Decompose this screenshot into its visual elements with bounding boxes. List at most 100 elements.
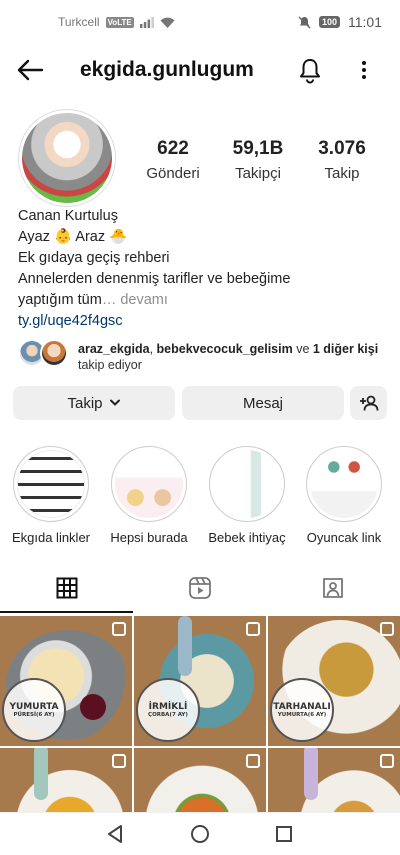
wifi-icon bbox=[160, 17, 175, 28]
nav-recents-icon[interactable] bbox=[271, 821, 297, 847]
clock: 11:01 bbox=[348, 14, 382, 30]
tab-tagged[interactable] bbox=[266, 564, 399, 612]
tab-posts-grid[interactable] bbox=[0, 564, 133, 612]
nav-home-icon[interactable] bbox=[187, 821, 213, 847]
highlight-item[interactable]: Ekgıda linkler bbox=[11, 446, 91, 545]
post-title-badge: TARHANALI YUMURTA(6 AY) bbox=[270, 678, 334, 742]
post-title: İRMİKLİ bbox=[148, 701, 188, 712]
highlight-ring bbox=[13, 446, 89, 522]
multiple-photos-icon bbox=[380, 622, 394, 636]
food-plate bbox=[80, 694, 106, 720]
profile-header: ekgida.gunlugum bbox=[0, 44, 400, 96]
notification-bell-icon[interactable] bbox=[296, 56, 324, 84]
followed-by-text: araz_ekgida, bebekvecocuk_gelisim ve 1 d… bbox=[78, 341, 388, 373]
bio-external-link[interactable]: ty.gl/uqe42f4gsc bbox=[18, 311, 388, 332]
highlight-cover bbox=[213, 450, 281, 518]
followed-by-suffix: takip ediyor bbox=[78, 358, 142, 372]
multiple-photos-icon bbox=[112, 622, 126, 636]
chevron-down-icon bbox=[109, 399, 120, 406]
other-followers[interactable]: 1 diğer kişi bbox=[313, 342, 378, 356]
post-thumbnail[interactable] bbox=[134, 748, 266, 812]
follower-username[interactable]: bebekvecocuk_gelisim bbox=[157, 342, 293, 356]
highlight-item[interactable]: Bebek ihtiyaç bbox=[207, 446, 287, 545]
post-thumbnail[interactable]: TARHANALI YUMURTA(6 AY) bbox=[268, 616, 400, 746]
message-button[interactable]: Mesaj bbox=[182, 386, 344, 420]
bio-line: Annelerden denenmiş tarifler ve bebeğime bbox=[18, 271, 291, 287]
followed-by-row[interactable]: araz_ekgida, bebekvecocuk_gelisim ve 1 d… bbox=[18, 339, 388, 373]
multiple-photos-icon bbox=[246, 754, 260, 768]
bio-line: yaptığım tüm bbox=[18, 292, 102, 308]
following-count: 3.076 bbox=[318, 138, 366, 159]
posts-label: Gönderi bbox=[146, 165, 200, 182]
posts-count: 622 bbox=[157, 138, 189, 159]
mute-bell-icon bbox=[298, 16, 311, 28]
status-bar: Turkcell VoLTE 100 11:01 bbox=[0, 0, 400, 44]
follow-button-label: Takip bbox=[67, 394, 103, 412]
post-thumbnail[interactable] bbox=[0, 748, 132, 812]
signal-icon bbox=[139, 16, 154, 28]
multiple-photos-icon bbox=[380, 754, 394, 768]
highlight-label: Bebek ihtiyaç bbox=[208, 530, 286, 545]
more-options-icon[interactable] bbox=[352, 56, 376, 84]
post-thumbnail[interactable] bbox=[268, 748, 400, 812]
follower-username[interactable]: araz_ekgida bbox=[78, 342, 150, 356]
bio-line: Ek gıdaya geçiş rehberi bbox=[18, 250, 170, 266]
highlight-label: Ekgıda linkler bbox=[11, 530, 91, 545]
reels-icon bbox=[188, 577, 211, 599]
spoon bbox=[178, 616, 192, 676]
post-title: TARHANALI bbox=[273, 701, 331, 712]
carrier-label: Turkcell bbox=[58, 15, 100, 29]
profile-bio: Canan Kurtuluş Ayaz 👶 Araz 🐣 Ek gıdaya g… bbox=[18, 206, 388, 332]
post-title-badge: İRMİKLİ ÇORBA(7 AY) bbox=[136, 678, 200, 742]
profile-tabs bbox=[0, 564, 400, 614]
separator: , bbox=[149, 342, 157, 356]
tagged-person-icon bbox=[322, 578, 343, 598]
multiple-photos-icon bbox=[246, 622, 260, 636]
bio-line: Ayaz 👶 Araz 🐣 bbox=[18, 229, 128, 245]
stat-posts[interactable]: 622 Gönderi bbox=[128, 138, 218, 182]
profile-full-name: Canan Kurtuluş bbox=[18, 208, 118, 224]
bio-more-link[interactable]: … devamı bbox=[102, 292, 168, 308]
grid-icon bbox=[56, 577, 77, 599]
highlight-item[interactable]: Oyuncak link bbox=[304, 446, 384, 545]
post-title: YUMURTA bbox=[9, 701, 59, 712]
separator: ve bbox=[292, 342, 313, 356]
highlight-ring bbox=[209, 446, 285, 522]
profile-username: ekgida.gunlugum bbox=[80, 58, 254, 81]
spoon bbox=[34, 748, 48, 800]
highlight-ring bbox=[306, 446, 382, 522]
back-arrow-icon[interactable] bbox=[16, 56, 46, 84]
active-tab-indicator bbox=[0, 611, 133, 613]
followers-label: Takipçi bbox=[235, 165, 281, 182]
highlight-ring bbox=[111, 446, 187, 522]
avatar-image bbox=[22, 113, 112, 203]
highlight-cover bbox=[17, 450, 85, 518]
highlight-cover bbox=[115, 450, 183, 518]
stat-following[interactable]: 3.076 Takip bbox=[297, 138, 387, 182]
post-title-badge: YUMURTA PÜRESİ(6 AY) bbox=[2, 678, 66, 742]
post-subtitle: PÜRESİ(6 AY) bbox=[13, 711, 55, 718]
post-thumbnail[interactable]: YUMURTA PÜRESİ(6 AY) bbox=[0, 616, 132, 746]
following-label: Takip bbox=[324, 165, 360, 182]
spoon bbox=[304, 748, 318, 800]
post-thumbnail[interactable]: İRMİKLİ ÇORBA(7 AY) bbox=[134, 616, 266, 746]
highlight-label: Oyuncak link bbox=[306, 530, 382, 545]
follow-button[interactable]: Takip bbox=[13, 386, 175, 420]
follower-avatar bbox=[40, 339, 68, 367]
add-person-icon bbox=[359, 395, 378, 411]
post-subtitle: ÇORBA(7 AY) bbox=[148, 711, 188, 718]
volte-badge: VoLTE bbox=[105, 16, 134, 28]
nav-back-icon[interactable] bbox=[102, 821, 128, 847]
message-button-label: Mesaj bbox=[242, 394, 283, 412]
followers-count: 59,1B bbox=[232, 138, 284, 159]
battery-indicator: 100 bbox=[318, 16, 340, 28]
highlight-cover bbox=[310, 450, 378, 518]
tab-reels[interactable] bbox=[133, 564, 266, 612]
profile-avatar[interactable] bbox=[18, 109, 116, 207]
suggested-users-button[interactable] bbox=[350, 386, 387, 420]
highlight-item[interactable]: Hepsi burada bbox=[109, 446, 189, 545]
post-subtitle: YUMURTA(6 AY) bbox=[277, 711, 327, 718]
stat-followers[interactable]: 59,1B Takipçi bbox=[213, 138, 303, 182]
highlight-label: Hepsi burada bbox=[110, 530, 188, 545]
multiple-photos-icon bbox=[112, 754, 126, 768]
